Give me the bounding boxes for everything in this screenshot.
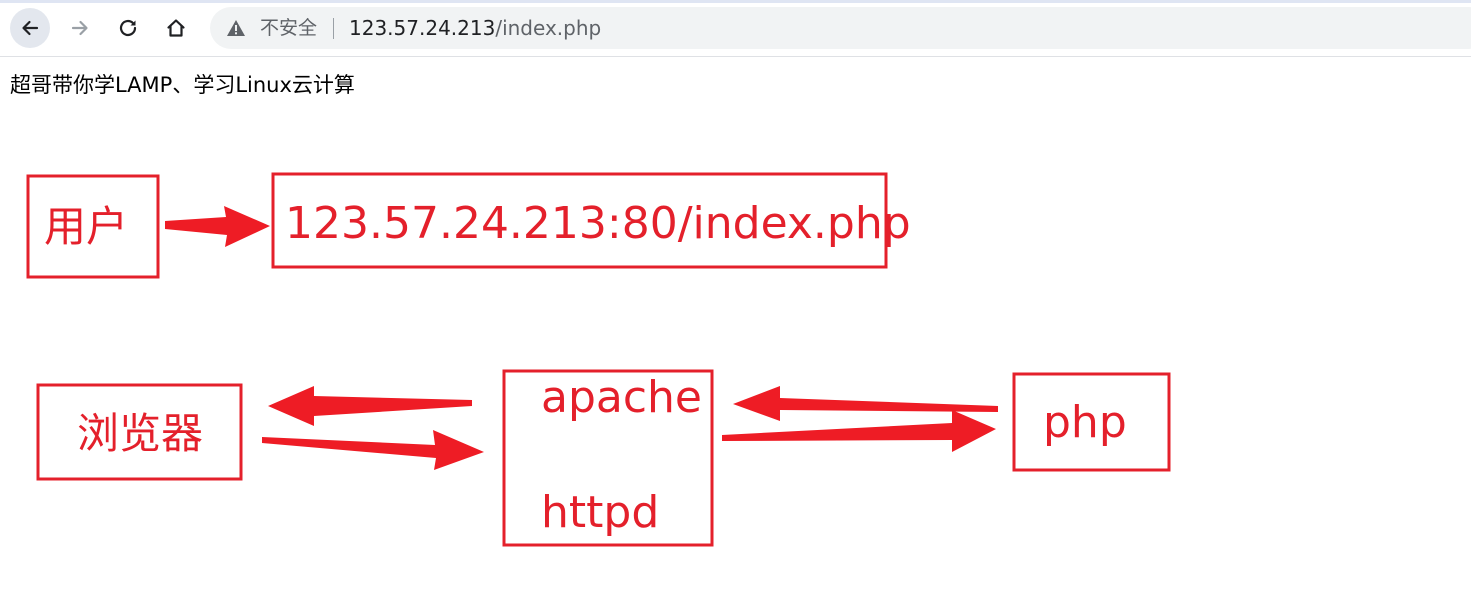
arrow-apache-to-browser bbox=[268, 386, 472, 426]
arrow-user-to-url bbox=[165, 206, 270, 247]
browser-label: 浏览器 bbox=[77, 409, 203, 458]
php-label: php bbox=[1043, 397, 1127, 448]
request-url-label: 123.57.24.213:80/index.php bbox=[285, 198, 911, 249]
arrow-apache-to-php bbox=[722, 410, 996, 452]
apache-label: apache bbox=[541, 372, 702, 423]
user-label: 用户 bbox=[44, 202, 128, 251]
arrow-browser-to-apache bbox=[262, 430, 484, 470]
httpd-label: httpd bbox=[541, 487, 659, 538]
architecture-diagram: 用户 123.57.24.213:80/index.php 浏览器 apache… bbox=[26, 172, 1171, 547]
